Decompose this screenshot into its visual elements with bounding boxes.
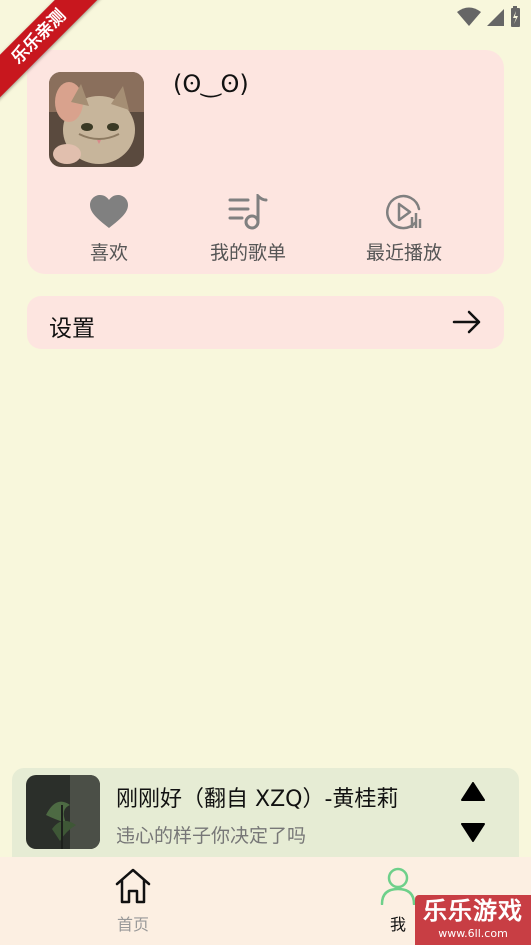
heart-icon bbox=[54, 192, 164, 232]
nickname: (ʘ‿ʘ) bbox=[173, 70, 249, 98]
recent-play-icon bbox=[349, 192, 459, 232]
album-cover-image bbox=[26, 775, 100, 849]
nav-home[interactable]: 首页 bbox=[93, 867, 173, 935]
battery-charging-icon bbox=[511, 6, 520, 27]
settings-label: 设置 bbox=[49, 316, 95, 342]
watermark-sub: www.6ll.com bbox=[438, 927, 508, 940]
cat-avatar-image bbox=[49, 72, 144, 167]
wifi-icon bbox=[457, 7, 481, 26]
recent-play-label: 最近播放 bbox=[365, 242, 442, 264]
nav-home-label: 首页 bbox=[116, 915, 149, 934]
avatar[interactable] bbox=[49, 72, 144, 167]
album-cover[interactable] bbox=[26, 775, 100, 849]
watermark: 乐乐游戏 www.6ll.com bbox=[415, 895, 531, 945]
arrow-right-icon bbox=[452, 309, 482, 339]
signal-icon bbox=[487, 9, 504, 26]
song-subtitle: 违心的样子你决定了吗 bbox=[116, 825, 307, 847]
status-icons bbox=[457, 6, 521, 28]
profile-card: (ʘ‿ʘ) 喜欢 我的歌单 最近播放 bbox=[27, 50, 504, 274]
settings-row[interactable]: 设置 bbox=[27, 296, 504, 349]
collapse-down-icon[interactable] bbox=[461, 822, 485, 846]
favorites-label: 喜欢 bbox=[89, 242, 128, 264]
song-title: 刚刚好（翻自 XZQ）-黄桂莉 bbox=[116, 787, 399, 812]
playlist-icon bbox=[193, 192, 303, 232]
recent-play-button[interactable]: 最近播放 bbox=[349, 192, 459, 265]
watermark-main: 乐乐游戏 bbox=[423, 897, 523, 925]
my-playlist-button[interactable]: 我的歌单 bbox=[193, 192, 303, 265]
my-playlist-label: 我的歌单 bbox=[209, 242, 286, 264]
expand-up-icon[interactable] bbox=[461, 782, 485, 806]
mini-player[interactable]: 刚刚好（翻自 XZQ）-黄桂莉 违心的样子你决定了吗 bbox=[12, 768, 519, 857]
home-icon bbox=[93, 867, 173, 909]
favorites-button[interactable]: 喜欢 bbox=[54, 192, 164, 265]
